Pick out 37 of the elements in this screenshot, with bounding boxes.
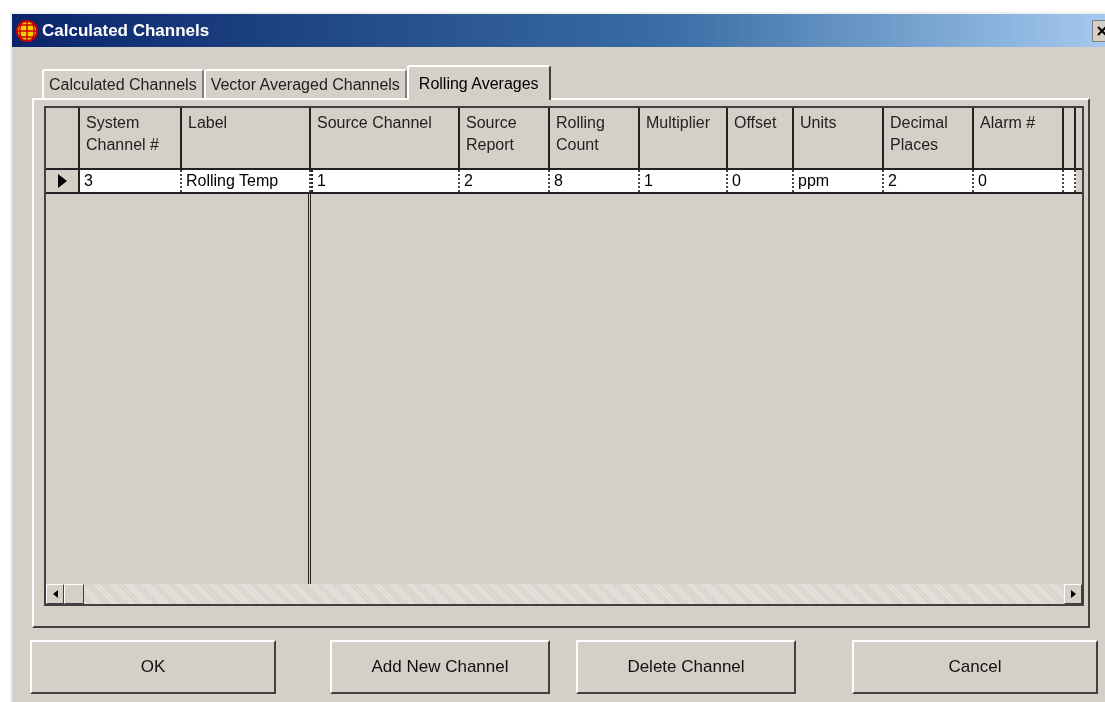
horizontal-scrollbar[interactable] [46, 584, 1082, 604]
right-arrow-icon [1070, 590, 1076, 598]
scroll-left-button[interactable] [46, 584, 64, 604]
scroll-right-button[interactable] [1064, 584, 1082, 604]
dialog-button[interactable]: Delete Channel [576, 640, 796, 694]
table-cell[interactable]: 3 [80, 170, 182, 192]
dialog-button[interactable]: Add New Channel [330, 640, 550, 694]
column-header[interactable]: Alarm # [974, 108, 1064, 168]
scroll-thumb[interactable] [64, 584, 84, 604]
tab[interactable]: Calculated Channels [42, 69, 204, 98]
column-header[interactable]: Source Channel [311, 108, 460, 168]
table-cell[interactable]: 0 [974, 170, 1064, 192]
table-cell[interactable]: 1 [311, 170, 460, 192]
globe-icon [16, 19, 38, 42]
left-arrow-icon [52, 590, 58, 598]
dialog-button[interactable]: OK [30, 640, 276, 694]
window-title: Calculated Channels [42, 19, 210, 42]
tab[interactable]: Rolling Averages [406, 65, 551, 100]
dialog-button[interactable]: Cancel [852, 640, 1098, 694]
column-header[interactable]: Multiplier [640, 108, 728, 168]
column-header[interactable]: System Channel # [80, 108, 182, 168]
table-cell[interactable]: 8 [550, 170, 640, 192]
close-icon [1097, 25, 1105, 36]
table-cell[interactable]: 2 [884, 170, 974, 192]
table-cell[interactable]: ppm [794, 170, 884, 192]
column-header[interactable]: Rolling Count [550, 108, 640, 168]
column-header[interactable]: Label [182, 108, 311, 168]
table-cell[interactable]: 1 [640, 170, 728, 192]
column-header[interactable]: Decimal Places [884, 108, 974, 168]
column-header[interactable]: Units [794, 108, 884, 168]
table-cell[interactable]: 2 [460, 170, 550, 192]
table-cell[interactable]: 0 [728, 170, 794, 192]
column-header[interactable]: Source Report [460, 108, 550, 168]
column-header[interactable]: Offset [728, 108, 794, 168]
table-cell[interactable] [1064, 170, 1076, 192]
tab[interactable]: Vector Averaged Channels [203, 69, 407, 98]
table-cell[interactable]: Rolling Temp [182, 170, 311, 192]
